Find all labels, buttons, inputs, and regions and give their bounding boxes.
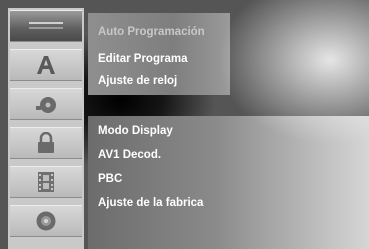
menu-item-clock-set[interactable]: Ajuste de reloj <box>98 74 177 88</box>
film-icon <box>38 172 54 192</box>
setup-screen: Auto Programación Editar Programa Ajuste… <box>0 0 369 249</box>
menu-item-edit-program[interactable]: Editar Programa <box>98 52 187 66</box>
sidebar-item-disc[interactable] <box>10 205 82 237</box>
setup-sidebar <box>8 8 84 249</box>
disc-icon <box>36 211 56 231</box>
sidebar-item-recording[interactable] <box>10 166 82 198</box>
menu-item-display-mode[interactable]: Modo Display <box>98 124 173 138</box>
menu-item-auto-programming[interactable]: Auto Programación <box>98 25 205 39</box>
submenu-panel: Auto Programación Editar Programa Ajuste… <box>88 13 230 95</box>
audio-disc-icon <box>36 97 56 113</box>
letter-a-icon <box>37 56 55 74</box>
sidebar-item-lock[interactable] <box>10 127 82 159</box>
menu-item-factory-reset[interactable]: Ajuste de la fabrica <box>98 196 203 210</box>
bars-icon <box>29 22 63 29</box>
menu-item-av1-decoder[interactable]: AV1 Decod. <box>98 148 161 162</box>
sidebar-item-audio[interactable] <box>10 88 82 120</box>
sidebar-item-general[interactable] <box>10 10 82 42</box>
menu-item-pbc[interactable]: PBC <box>98 172 122 186</box>
lock-icon <box>38 132 54 153</box>
options-panel: Modo Display AV1 Decod. PBC Ajuste de la… <box>88 116 369 249</box>
sidebar-item-language[interactable] <box>10 49 82 81</box>
